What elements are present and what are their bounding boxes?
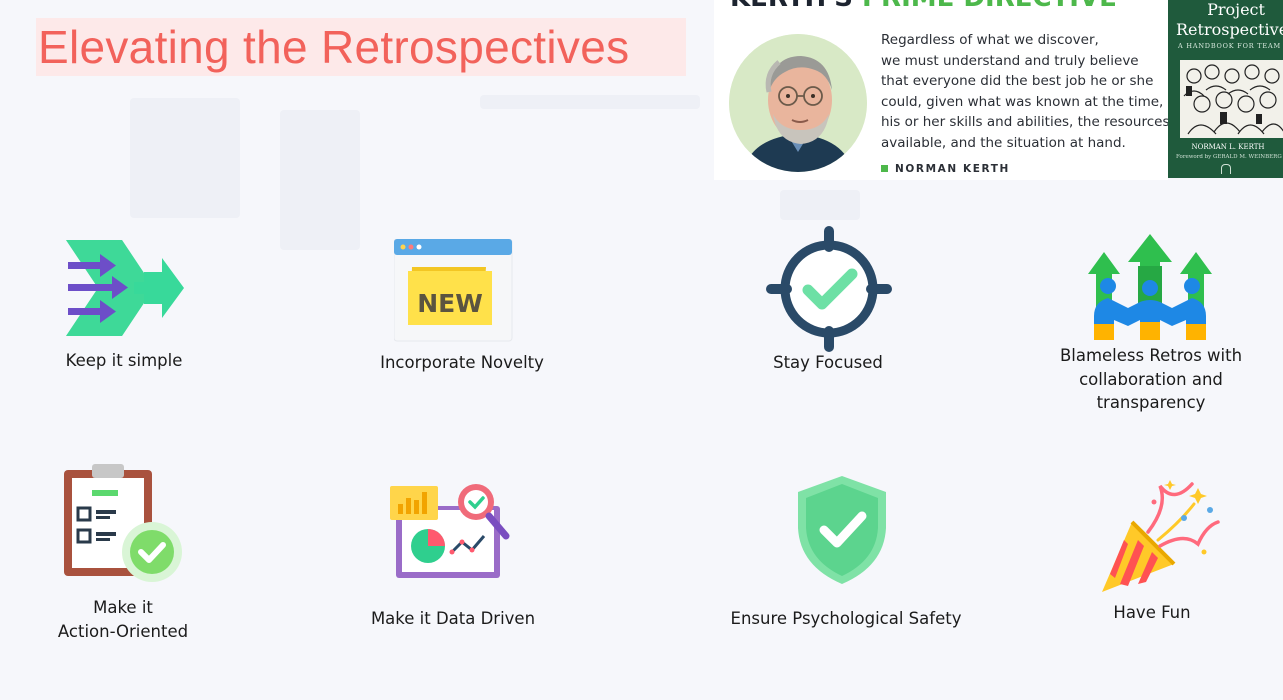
background-ghost-block [280,110,360,250]
data-analytics-icon [388,480,516,580]
prime-directive-card: KERTH'S PRIME DIRECTIVE Regardless of wh… [714,0,1168,180]
heading-dark-part: KERTH'S [730,0,862,13]
background-ghost-block [780,190,860,220]
item-have-fun: Have Fun [1113,603,1191,622]
book-title-line: Project [1207,0,1265,19]
background-ghost-block [130,98,240,218]
quote-line: Regardless of what we discover, [881,32,1099,48]
book-foreword: Foreword by GERALD M. WEINBERG [1176,154,1282,160]
team-growth-icon [1086,232,1214,342]
item-blameless-retros: Blameless Retros with collaboration and … [1036,344,1266,415]
slide-title: Elevating the Retrospectives [38,21,630,73]
author-bullet [881,164,888,172]
target-check-icon [766,226,892,352]
publisher-logo [1221,164,1231,174]
quote-line: we must understand and truly believe [881,52,1139,69]
item-action-line: Action-Oriented [57,621,189,641]
prime-directive-heading: KERTH'S PRIME DIRECTIVE [730,0,1117,13]
book-illustration [1180,60,1283,138]
item-stay-focused: Stay Focused [773,353,883,372]
item-keep-it-simple: Keep it simple [65,351,183,370]
background-ghost-block [480,95,700,109]
item-psychological-safety: Ensure Psychological Safety [730,609,962,628]
heading-green-part: PRIME DIRECTIVE [862,0,1117,13]
new-badge-text: NEW [417,289,483,318]
item-incorporate-novelty: Incorporate Novelty [380,353,544,372]
book-cover: Project Retrospectives A HANDBOOK FOR TE… [1168,0,1283,178]
item-action-oriented: Make it Action-Oriented [33,596,213,643]
book-title: Project Retrospectives [1176,0,1283,40]
quote-author: NORMAN KERTH [881,163,1010,175]
item-blameless-line: collaboration and [1079,369,1223,389]
quote-line: could, given what was known at the time, [881,93,1164,110]
quote-author-name: NORMAN KERTH [895,163,1010,175]
checklist-icon [62,462,184,584]
prime-directive-quote: Regardless of what we discover, we must … [881,30,1168,154]
shield-check-icon [794,474,890,586]
book-title-line: Retrospectives [1176,20,1283,39]
book-subtitle: A HANDBOOK FOR TEAM REVIEWS [1178,42,1283,50]
item-action-line: Make it [93,598,153,617]
author-portrait [729,34,867,172]
item-data-driven: Make it Data Driven [370,609,536,628]
quote-line: available, and the situation at hand. [881,134,1126,151]
quote-line: that everyone did the best job he or she [881,73,1154,90]
book-author: NORMAN L. KERTH [1191,143,1265,151]
new-badge-icon: NEW [393,238,514,343]
party-popper-icon [1098,474,1222,596]
quote-line: his or her skills and abilities, the res… [881,114,1168,131]
merge-arrows-icon [64,238,186,338]
item-blameless-line: Blameless Retros with [1059,346,1243,365]
item-blameless-line: transparency [1096,393,1206,412]
